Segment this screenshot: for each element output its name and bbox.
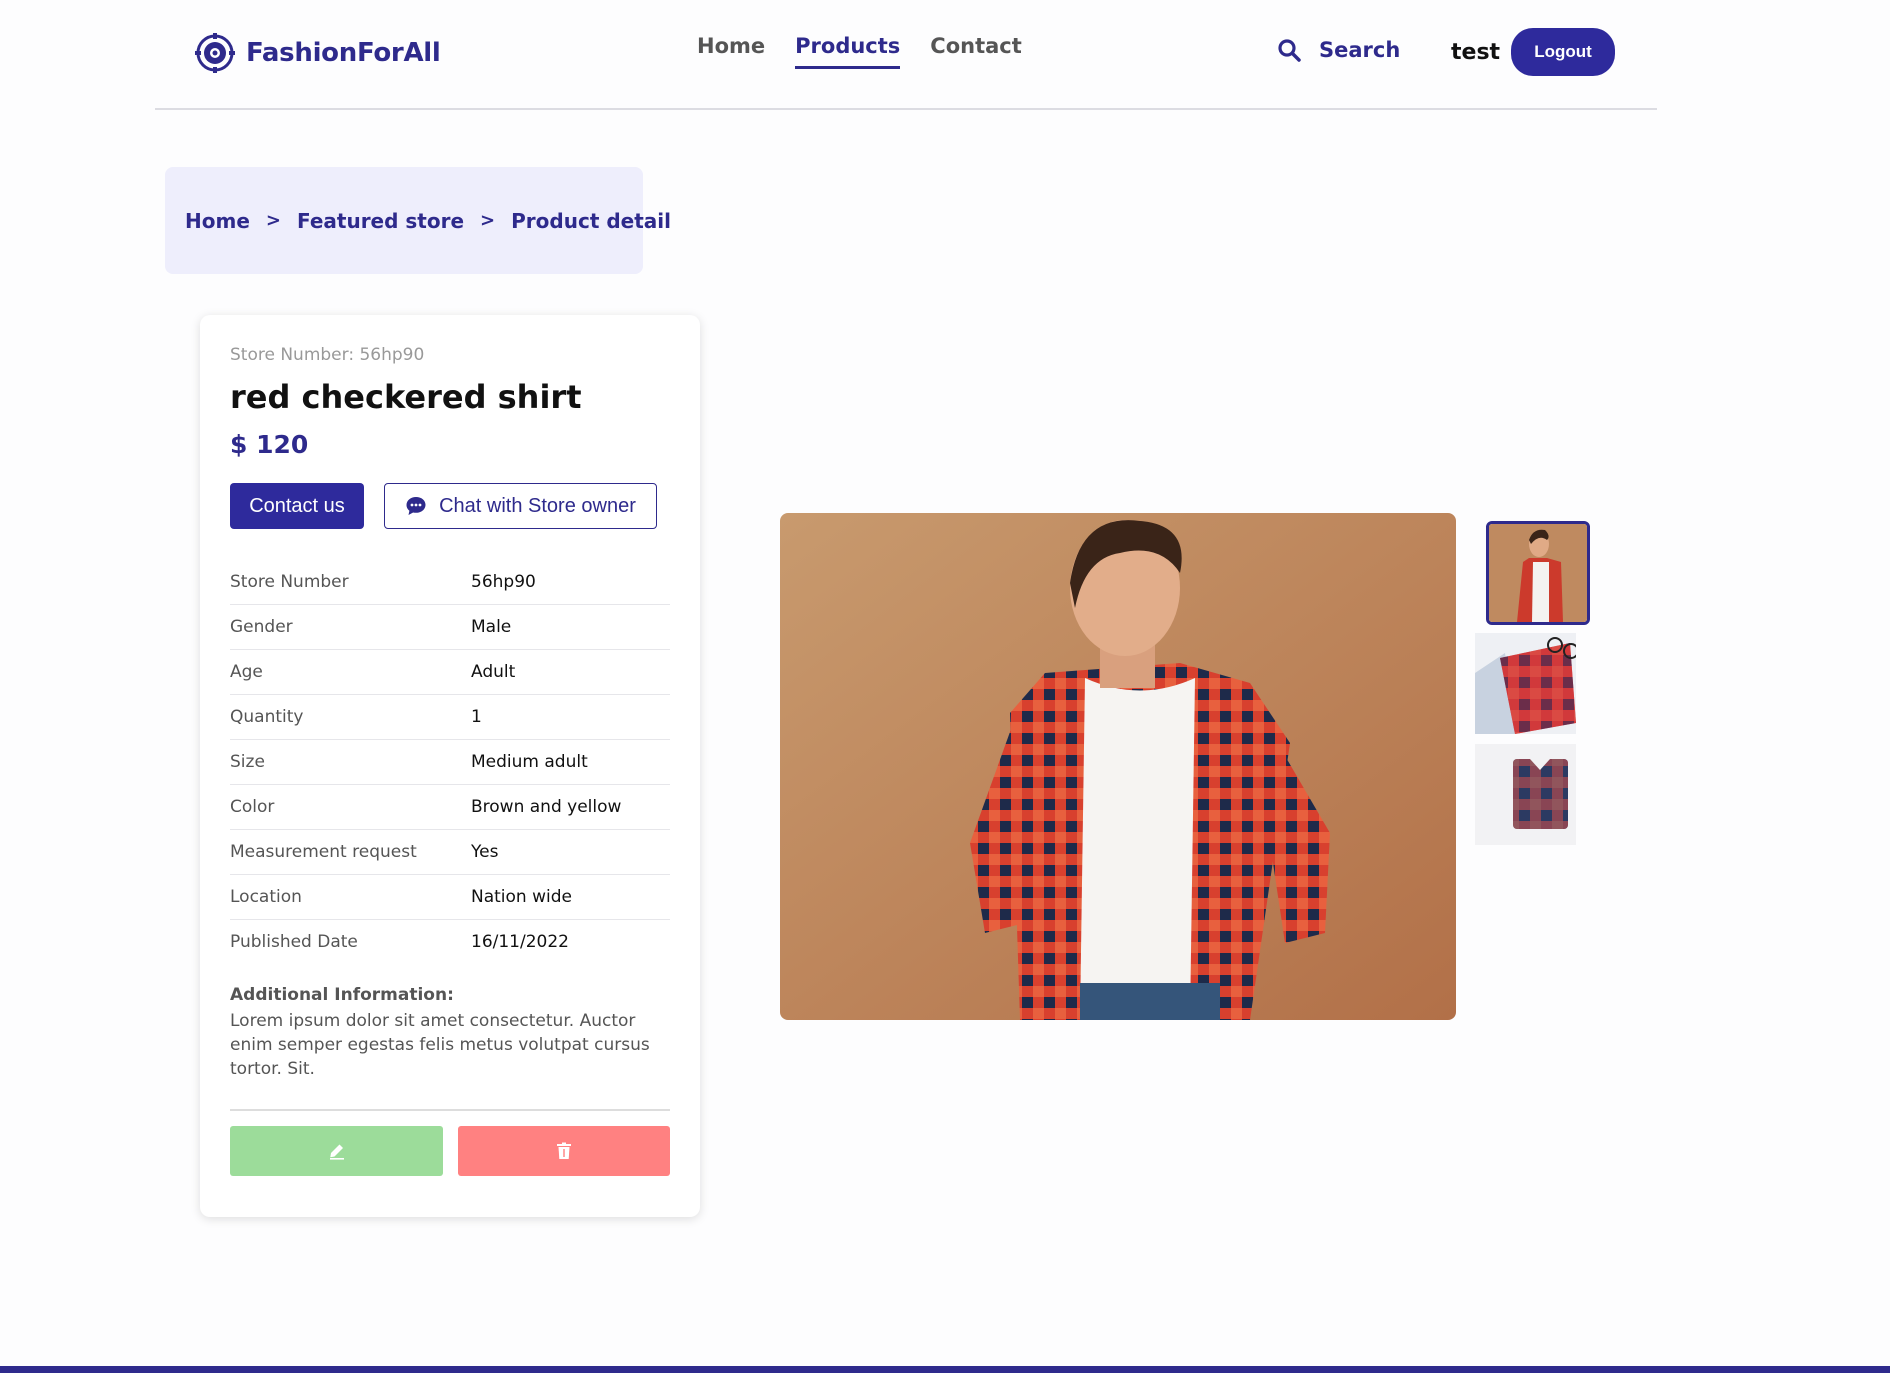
product-card: Store Number: 56hp90 red checkered shirt… (200, 315, 700, 1217)
detail-value: Brown and yellow (471, 797, 622, 817)
search-icon (1278, 39, 1301, 62)
detail-label: Age (230, 662, 263, 682)
detail-row-size: Size Medium adult (230, 740, 670, 785)
brand-logo[interactable]: FashionForAll (194, 32, 441, 74)
detail-value: Yes (471, 842, 499, 862)
store-number-line: Store Number: 56hp90 (230, 345, 425, 365)
chat-button-label: Chat with Store owner (439, 494, 636, 517)
chat-with-store-owner-button[interactable]: Chat with Store owner (384, 483, 657, 529)
delete-button[interactable] (458, 1126, 670, 1176)
search-button[interactable]: Search (1277, 38, 1400, 62)
detail-row-measurement-request: Measurement request Yes (230, 830, 670, 875)
pencil-icon (329, 1144, 344, 1160)
card-divider (230, 1109, 670, 1111)
footer-bar (0, 1366, 1890, 1373)
breadcrumb-product-detail[interactable]: Product detail (511, 209, 671, 233)
detail-label: Location (230, 887, 302, 907)
breadcrumb: Home > Featured store > Product detail (165, 167, 671, 274)
detail-label: Color (230, 797, 275, 817)
trash-icon (557, 1142, 571, 1159)
edit-button[interactable] (230, 1126, 443, 1176)
detail-label: Published Date (230, 932, 358, 952)
additional-info-text: Lorem ipsum dolor sit amet consectetur. … (230, 1011, 650, 1079)
detail-label: Store Number (230, 572, 349, 592)
thumbnail-3[interactable] (1475, 744, 1576, 845)
main-product-image (780, 513, 1456, 1020)
detail-value: 1 (471, 707, 482, 727)
detail-label: Quantity (230, 707, 304, 727)
folded-checkered-shirt-with-glasses-thumb (1475, 633, 1576, 734)
breadcrumb-featured-store[interactable]: Featured store (297, 209, 464, 233)
username: test (1451, 40, 1501, 65)
detail-row-location: Location Nation wide (230, 875, 670, 920)
detail-value: Male (471, 617, 512, 637)
target-logo-icon (195, 33, 235, 73)
site-header: FashionForAll Home Products Contact Sear… (155, 0, 1657, 110)
product-price: $ 120 (230, 430, 309, 459)
detail-row-published-date: Published Date 16/11/2022 (230, 920, 670, 964)
detail-row-color: Color Brown and yellow (230, 785, 670, 830)
detail-row-quantity: Quantity 1 (230, 695, 670, 740)
folded-blue-checkered-shirt-thumb (1475, 744, 1576, 845)
nav-item-products[interactable]: Products (795, 34, 901, 69)
detail-value: Medium adult (471, 752, 588, 772)
thumbnail-1[interactable] (1486, 521, 1590, 625)
detail-value: 16/11/2022 (471, 932, 569, 952)
product-details-table: Store Number 56hp90 Gender Male Age Adul… (230, 560, 670, 964)
detail-label: Gender (230, 617, 293, 637)
additional-info-heading: Additional Information: (230, 985, 454, 1005)
detail-value: 56hp90 (471, 572, 536, 592)
logout-button[interactable]: Logout (1511, 28, 1615, 76)
detail-value: Adult (471, 662, 516, 682)
detail-value: Nation wide (471, 887, 572, 907)
nav-item-contact[interactable]: Contact (930, 34, 1022, 69)
main-nav: Home Products Contact (697, 34, 1022, 69)
chat-bubble-icon (406, 497, 426, 515)
detail-row-age: Age Adult (230, 650, 670, 695)
man-in-red-checkered-shirt-photo (780, 513, 1456, 1020)
product-title: red checkered shirt (230, 378, 582, 416)
detail-label: Size (230, 752, 265, 772)
breadcrumb-separator: > (265, 210, 281, 231)
nav-item-home[interactable]: Home (697, 34, 765, 69)
contact-us-button[interactable]: Contact us (230, 483, 364, 529)
search-label: Search (1319, 38, 1401, 62)
breadcrumb-home[interactable]: Home (185, 209, 250, 233)
breadcrumb-separator: > (480, 210, 496, 231)
detail-label: Measurement request (230, 842, 417, 862)
man-in-red-checkered-shirt-thumb (1489, 524, 1587, 622)
brand-name: FashionForAll (246, 38, 441, 68)
detail-row-gender: Gender Male (230, 605, 670, 650)
detail-row-store-number: Store Number 56hp90 (230, 560, 670, 605)
thumbnail-2[interactable] (1475, 633, 1576, 734)
